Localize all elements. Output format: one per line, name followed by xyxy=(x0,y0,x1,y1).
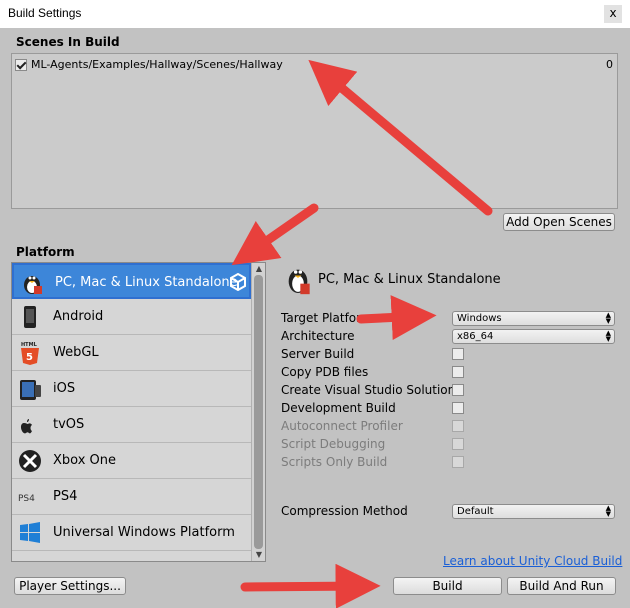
svg-text:PS4: PS4 xyxy=(18,494,35,504)
script-debugging-checkbox xyxy=(452,438,464,450)
architecture-dropdown[interactable]: x86_64 ▲ ▼ xyxy=(452,329,615,344)
dropdown-arrows-icon: ▲ ▼ xyxy=(605,329,611,343)
scene-row[interactable]: ML-Agents/Examples/Hallway/Scenes/Hallwa… xyxy=(15,57,613,73)
cloud-build-link[interactable]: Learn about Unity Cloud Build xyxy=(443,554,622,568)
ps4-icon: PS4 xyxy=(18,494,35,504)
server-build-checkbox[interactable] xyxy=(452,348,464,360)
platform-item-ps4[interactable]: PS4 PS4 xyxy=(12,479,251,515)
close-icon: x xyxy=(609,6,617,20)
scroll-down-icon[interactable]: ▼ xyxy=(254,550,264,560)
platform-label-webgl: WebGL xyxy=(53,345,99,360)
platform-label-ps4: PS4 xyxy=(53,489,78,504)
scripts-only-build-checkbox xyxy=(452,456,464,468)
linux-penguin-icon xyxy=(24,276,42,294)
scene-path: ML-Agents/Examples/Hallway/Scenes/Hallwa… xyxy=(31,58,283,71)
add-open-scenes-button[interactable]: Add Open Scenes xyxy=(503,213,615,231)
title-bar: Build Settings x xyxy=(0,0,630,28)
scroll-up-icon[interactable]: ▲ xyxy=(254,264,264,274)
svg-text:5: 5 xyxy=(26,352,33,363)
platform-list: PC, Mac & Linux Standalone Android HTML … xyxy=(11,262,266,562)
platform-label-uwp: Universal Windows Platform xyxy=(53,525,235,540)
dropdown-arrows-icon: ▲ ▼ xyxy=(605,504,611,518)
player-settings-button[interactable]: Player Settings... xyxy=(14,577,126,595)
script-debugging-label: Script Debugging xyxy=(281,437,386,451)
scenes-list: ML-Agents/Examples/Hallway/Scenes/Hallwa… xyxy=(11,53,618,209)
apple-tv-icon xyxy=(20,419,32,434)
server-build-label: Server Build xyxy=(281,347,355,361)
compression-method-dropdown[interactable]: Default ▲ ▼ xyxy=(452,504,615,519)
architecture-value: x86_64 xyxy=(457,331,494,342)
window-title: Build Settings xyxy=(8,6,82,20)
platform-item-webgl[interactable]: HTML 5 WebGL xyxy=(12,335,251,371)
copy-pdb-label: Copy PDB files xyxy=(281,365,369,379)
development-build-checkbox[interactable] xyxy=(452,402,464,414)
ios-device-icon xyxy=(20,380,41,400)
platform-item-standalone[interactable]: PC, Mac & Linux Standalone xyxy=(12,263,251,299)
html5-icon: HTML 5 xyxy=(21,342,39,365)
scroll-thumb[interactable] xyxy=(254,275,263,549)
target-platform-value: Windows xyxy=(457,313,502,324)
platform-label-standalone: PC, Mac & Linux Standalone xyxy=(55,275,238,290)
annotation-arrow-build xyxy=(240,563,381,608)
target-platform-label: Target Platform xyxy=(281,311,373,325)
platform-label: Platform xyxy=(16,245,75,259)
platform-label-xbox: Xbox One xyxy=(53,453,117,468)
scenes-in-build-label: Scenes In Build xyxy=(16,35,120,49)
dropdown-arrows-icon: ▲ ▼ xyxy=(605,311,611,325)
build-button[interactable]: Build xyxy=(393,577,502,595)
annotation-arrow-platform xyxy=(231,203,319,266)
platform-label-tvos: tvOS xyxy=(53,417,85,432)
compression-method-value: Default xyxy=(457,506,494,517)
settings-platform-title: PC, Mac & Linux Standalone xyxy=(318,272,501,287)
platform-item-tvos[interactable]: tvOS xyxy=(12,407,251,443)
scripts-only-build-label: Scripts Only Build xyxy=(281,455,388,469)
scene-index: 0 xyxy=(606,58,613,71)
android-phone-icon xyxy=(24,306,36,328)
platform-label-android: Android xyxy=(53,309,104,324)
settings-header: PC, Mac & Linux Standalone xyxy=(284,262,614,300)
platform-item-uwp[interactable]: Universal Windows Platform xyxy=(12,515,251,551)
compression-method-label: Compression Method xyxy=(281,504,408,518)
development-build-label: Development Build xyxy=(281,401,396,415)
create-vs-solution-checkbox[interactable] xyxy=(452,384,464,396)
create-vs-solution-label: Create Visual Studio Solution xyxy=(281,383,456,397)
svg-text:HTML: HTML xyxy=(21,342,38,348)
autoconnect-profiler-label: Autoconnect Profiler xyxy=(281,419,403,433)
platform-item-ios[interactable]: iOS xyxy=(12,371,251,407)
autoconnect-profiler-checkbox xyxy=(452,420,464,432)
platform-item-xbox[interactable]: Xbox One xyxy=(12,443,251,479)
xbox-icon xyxy=(19,450,41,472)
scene-include-checkbox[interactable] xyxy=(15,59,27,71)
build-and-run-button[interactable]: Build And Run xyxy=(507,577,616,595)
copy-pdb-checkbox[interactable] xyxy=(452,366,464,378)
windows-icon xyxy=(20,522,40,543)
platform-label-ios: iOS xyxy=(53,381,76,396)
architecture-label: Architecture xyxy=(281,329,355,343)
unity-logo-icon xyxy=(230,273,246,291)
close-button[interactable]: x xyxy=(604,5,622,23)
target-platform-dropdown[interactable]: Windows ▲ ▼ xyxy=(452,311,615,326)
linux-penguin-icon xyxy=(288,269,310,295)
platform-scrollbar[interactable]: ▲ ▼ xyxy=(251,263,265,561)
platform-item-android[interactable]: Android xyxy=(12,299,251,335)
